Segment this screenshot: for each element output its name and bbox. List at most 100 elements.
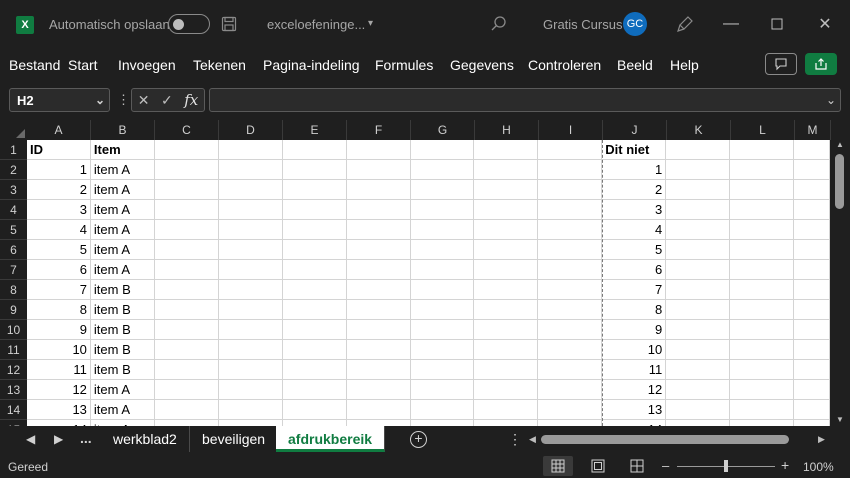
- cell-f1[interactable]: [346, 140, 411, 160]
- maximize-icon[interactable]: [762, 10, 792, 38]
- cell-f12[interactable]: [346, 360, 411, 380]
- row-header-14[interactable]: 14: [0, 400, 27, 420]
- cell-k9[interactable]: [666, 300, 731, 320]
- menu-gegevens[interactable]: Gegevens: [450, 57, 514, 73]
- cell-d6[interactable]: [218, 240, 283, 260]
- row-header-2[interactable]: 2: [0, 160, 27, 180]
- cell-c12[interactable]: [154, 360, 219, 380]
- cell-l3[interactable]: [730, 180, 795, 200]
- cell-b2[interactable]: item A: [90, 160, 155, 180]
- cell-b3[interactable]: item A: [90, 180, 155, 200]
- cell-e1[interactable]: [282, 140, 347, 160]
- cell-g6[interactable]: [410, 240, 475, 260]
- row-header-10[interactable]: 10: [0, 320, 27, 340]
- normal-view-icon[interactable]: [543, 456, 573, 476]
- avatar[interactable]: GC: [623, 12, 647, 36]
- cell-b1[interactable]: Item: [90, 140, 155, 160]
- cell-k14[interactable]: [666, 400, 731, 420]
- cancel-icon[interactable]: ✕: [138, 92, 150, 109]
- cell-d2[interactable]: [218, 160, 283, 180]
- cell-k5[interactable]: [666, 220, 731, 240]
- cell-h12[interactable]: [474, 360, 539, 380]
- menu-beeld[interactable]: Beeld: [617, 57, 653, 73]
- insert-function-icon[interactable]: fx: [184, 91, 198, 109]
- cell-h7[interactable]: [474, 260, 539, 280]
- row-header-4[interactable]: 4: [0, 200, 27, 220]
- page-break-preview-icon[interactable]: [622, 456, 652, 476]
- cell-b8[interactable]: item B: [90, 280, 155, 300]
- cell-m5[interactable]: [794, 220, 831, 240]
- cell-a12[interactable]: 11: [27, 360, 91, 380]
- cell-e2[interactable]: [282, 160, 347, 180]
- cell-g11[interactable]: [410, 340, 475, 360]
- close-icon[interactable]: ✕: [810, 10, 840, 38]
- cell-d11[interactable]: [218, 340, 283, 360]
- cell-l2[interactable]: [730, 160, 795, 180]
- cell-l8[interactable]: [730, 280, 795, 300]
- horizontal-scroll-thumb[interactable]: [541, 435, 789, 444]
- cell-k7[interactable]: [666, 260, 731, 280]
- row-header-11[interactable]: 11: [0, 340, 27, 360]
- cell-c4[interactable]: [154, 200, 219, 220]
- cell-h8[interactable]: [474, 280, 539, 300]
- cell-j9[interactable]: 8: [602, 300, 667, 320]
- cell-d8[interactable]: [218, 280, 283, 300]
- expand-formula-icon[interactable]: ⌄: [826, 93, 836, 107]
- cell-m10[interactable]: [794, 320, 831, 340]
- cell-g13[interactable]: [410, 380, 475, 400]
- cell-j2[interactable]: 1: [602, 160, 667, 180]
- cell-c6[interactable]: [154, 240, 219, 260]
- cell-l11[interactable]: [730, 340, 795, 360]
- more-icon[interactable]: ⋮: [117, 92, 130, 108]
- cell-d7[interactable]: [218, 260, 283, 280]
- cell-d12[interactable]: [218, 360, 283, 380]
- paintbrush-icon[interactable]: [675, 14, 695, 34]
- column-header-h[interactable]: H: [475, 120, 539, 140]
- cell-h10[interactable]: [474, 320, 539, 340]
- cell-i3[interactable]: [538, 180, 603, 200]
- cell-b10[interactable]: item B: [90, 320, 155, 340]
- cell-h1[interactable]: [474, 140, 539, 160]
- cell-d1[interactable]: [218, 140, 283, 160]
- cell-a10[interactable]: 9: [27, 320, 91, 340]
- account-name[interactable]: Gratis Cursus: [543, 17, 622, 32]
- cell-c8[interactable]: [154, 280, 219, 300]
- column-header-f[interactable]: F: [347, 120, 411, 140]
- cell-g2[interactable]: [410, 160, 475, 180]
- cell-m8[interactable]: [794, 280, 831, 300]
- cell-m4[interactable]: [794, 200, 831, 220]
- autosave-toggle[interactable]: [168, 14, 210, 34]
- cell-c2[interactable]: [154, 160, 219, 180]
- cell-j11[interactable]: 10: [602, 340, 667, 360]
- row-header-13[interactable]: 13: [0, 380, 27, 400]
- vertical-scrollbar[interactable]: ▲ ▼: [830, 140, 850, 426]
- cell-l13[interactable]: [730, 380, 795, 400]
- search-icon[interactable]: [489, 14, 509, 34]
- menu-bestand[interactable]: Bestand: [9, 57, 60, 73]
- cell-h5[interactable]: [474, 220, 539, 240]
- chevron-down-icon[interactable]: ⌄: [95, 93, 105, 107]
- cell-f7[interactable]: [346, 260, 411, 280]
- name-box[interactable]: H2 ⌄: [9, 88, 110, 112]
- sheet-tab-werkblad2[interactable]: werkblad2: [101, 426, 190, 452]
- row-header-12[interactable]: 12: [0, 360, 27, 380]
- prev-sheet-icon[interactable]: ◀: [26, 432, 35, 446]
- sheet-overflow[interactable]: ...: [80, 430, 92, 446]
- cell-f9[interactable]: [346, 300, 411, 320]
- cell-i10[interactable]: [538, 320, 603, 340]
- cell-g14[interactable]: [410, 400, 475, 420]
- cell-c1[interactable]: [154, 140, 219, 160]
- cell-m13[interactable]: [794, 380, 831, 400]
- cell-j1[interactable]: Dit niet: [602, 140, 667, 160]
- cell-e13[interactable]: [282, 380, 347, 400]
- cell-d3[interactable]: [218, 180, 283, 200]
- cell-a8[interactable]: 7: [27, 280, 91, 300]
- cell-h6[interactable]: [474, 240, 539, 260]
- cell-c7[interactable]: [154, 260, 219, 280]
- cell-m14[interactable]: [794, 400, 831, 420]
- cell-j4[interactable]: 3: [602, 200, 667, 220]
- cell-d5[interactable]: [218, 220, 283, 240]
- column-header-k[interactable]: K: [667, 120, 731, 140]
- cell-c3[interactable]: [154, 180, 219, 200]
- column-header-g[interactable]: G: [411, 120, 475, 140]
